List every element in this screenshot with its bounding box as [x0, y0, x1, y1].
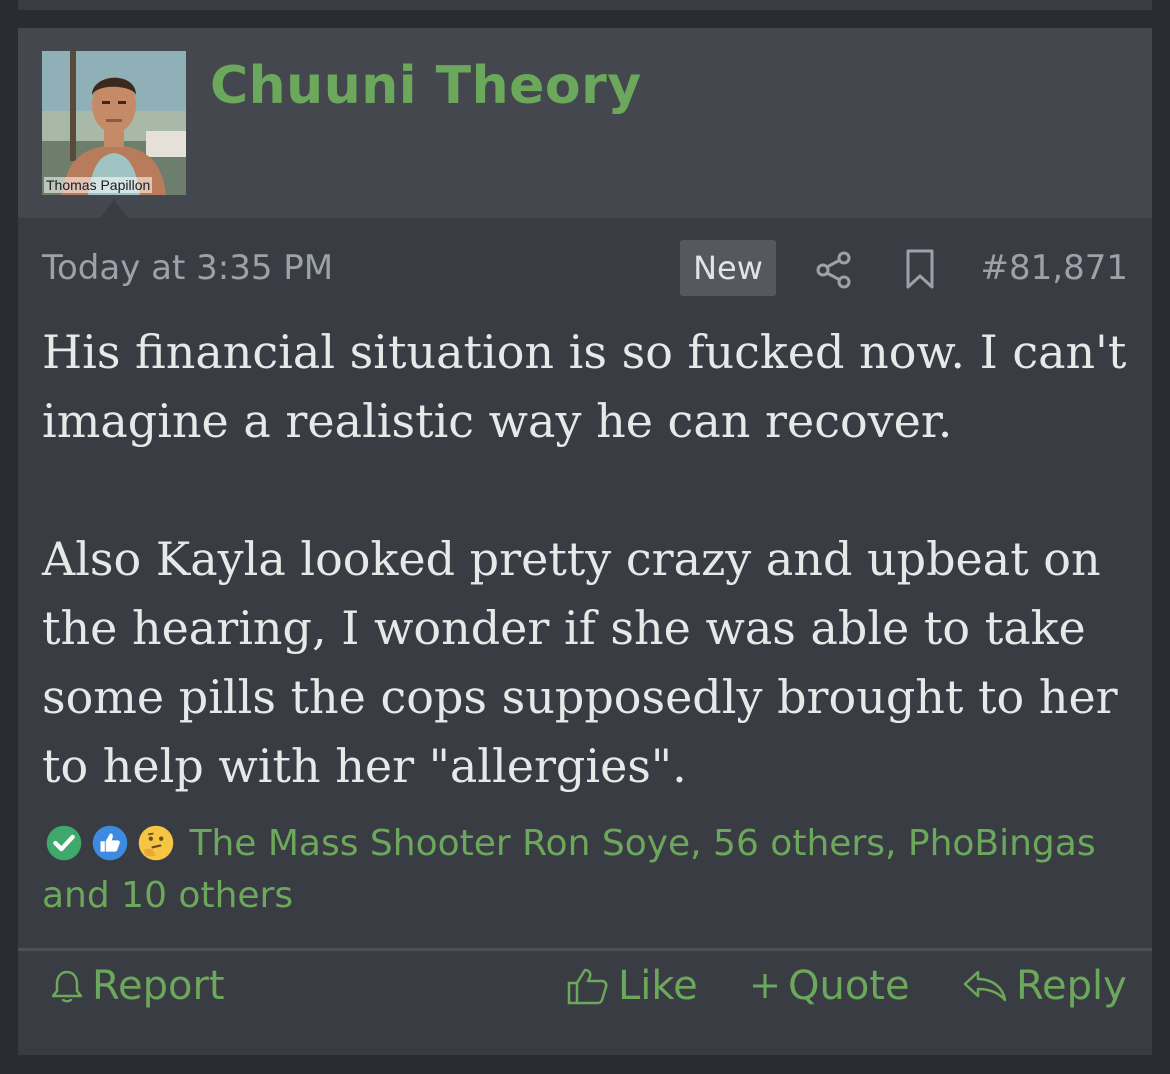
avatar[interactable]: Thomas Papillon	[42, 51, 186, 195]
post-meta: Today at 3:35 PM New #81,871	[42, 240, 1128, 296]
reactions-text[interactable]: The Mass Shooter Ron Soye, 56 others, Ph…	[42, 823, 1096, 916]
reply-label: Reply	[1016, 963, 1127, 1009]
post-paragraph: Also Kayla looked pretty crazy and upbea…	[42, 532, 1118, 793]
post-paragraph: His financial situation is so fucked now…	[42, 325, 1127, 448]
footer-divider	[18, 948, 1152, 951]
header-pointer	[100, 200, 128, 218]
post-body: His financial situation is so fucked now…	[42, 318, 1132, 801]
thumbs-up-icon	[567, 968, 608, 1005]
avatar-image	[42, 51, 186, 195]
check-reaction-icon	[42, 821, 86, 865]
like-label: Like	[618, 963, 698, 1009]
forum-post: Thomas Papillon Chuuni Theory Today at 3…	[18, 28, 1152, 1055]
post-number-link[interactable]: #81,871	[981, 248, 1128, 288]
post-header: Thomas Papillon Chuuni Theory	[18, 28, 1152, 218]
bookmark-icon[interactable]	[902, 248, 938, 290]
report-button[interactable]: Report	[50, 963, 225, 1009]
post-timestamp[interactable]: Today at 3:35 PM	[42, 248, 333, 288]
plus-icon	[753, 974, 777, 998]
avatar-caption: Thomas Papillon	[44, 177, 153, 193]
thumbs-up-reaction-icon	[88, 821, 132, 865]
thinking-face-reaction-icon	[134, 821, 178, 865]
bell-icon	[51, 970, 83, 1003]
previous-post-edge	[18, 0, 1152, 10]
report-label: Report	[92, 963, 225, 1009]
reaction-icons[interactable]	[42, 821, 178, 865]
post-actions: Report Like Quote Reply	[18, 963, 1152, 1023]
new-badge: New	[680, 240, 776, 296]
like-button[interactable]: Like	[566, 963, 698, 1009]
quote-label: Quote	[788, 963, 910, 1009]
reactions-bar[interactable]: The Mass Shooter Ron Soye, 56 others, Ph…	[42, 818, 1132, 922]
share-icon[interactable]	[814, 250, 854, 290]
quote-button[interactable]: Quote	[750, 963, 910, 1009]
reply-button[interactable]: Reply	[962, 963, 1127, 1009]
reply-arrow-icon	[963, 970, 1007, 1002]
username[interactable]: Chuuni Theory	[210, 56, 642, 116]
